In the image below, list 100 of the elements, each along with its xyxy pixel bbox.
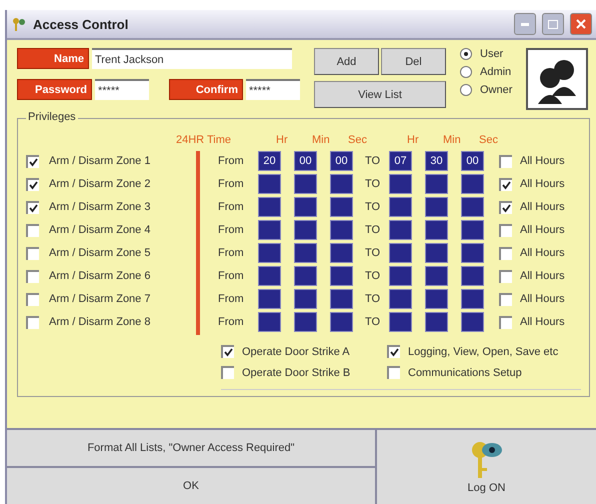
- time-field[interactable]: [461, 174, 484, 194]
- time-field[interactable]: [461, 312, 484, 332]
- radio-button[interactable]: [460, 48, 472, 60]
- checkbox[interactable]: [221, 366, 234, 379]
- time-field[interactable]: [294, 197, 317, 217]
- time-field[interactable]: [330, 289, 353, 309]
- all-hours-label: All Hours: [520, 316, 566, 328]
- time-field[interactable]: [258, 289, 281, 309]
- to-label: TO: [365, 178, 382, 190]
- time-field[interactable]: [330, 220, 353, 240]
- add-button[interactable]: Add: [314, 48, 379, 75]
- checkbox[interactable]: [26, 154, 39, 168]
- time-field[interactable]: [461, 243, 484, 263]
- time-field[interactable]: [294, 289, 317, 309]
- time-field[interactable]: 00: [294, 151, 317, 171]
- from-label: From: [218, 155, 245, 167]
- time-field[interactable]: [389, 220, 412, 240]
- time-field[interactable]: [330, 174, 353, 194]
- time-field[interactable]: [258, 174, 281, 194]
- time-field[interactable]: [258, 220, 281, 240]
- time-field[interactable]: [389, 197, 412, 217]
- checkbox[interactable]: [26, 246, 39, 260]
- zone-label: Arm / Disarm Zone 8: [49, 316, 152, 328]
- checkbox[interactable]: [387, 345, 400, 358]
- log-on-button[interactable]: Log ON: [377, 430, 596, 504]
- password-label: Password: [17, 79, 92, 100]
- from-label: From: [218, 316, 245, 328]
- checkbox[interactable]: [221, 345, 234, 358]
- time-field[interactable]: [330, 243, 353, 263]
- time-field[interactable]: 00: [330, 151, 353, 171]
- checkbox[interactable]: [387, 366, 400, 379]
- maximize-button[interactable]: [542, 13, 564, 35]
- time-field[interactable]: [258, 312, 281, 332]
- time-field[interactable]: 30: [425, 151, 448, 171]
- time-field[interactable]: [330, 266, 353, 286]
- delete-button[interactable]: Del: [381, 48, 446, 75]
- time-field[interactable]: [425, 266, 448, 286]
- option-label: Operate Door Strike A: [242, 346, 350, 358]
- confirm-label: Confirm: [169, 79, 243, 100]
- from-label: From: [218, 270, 245, 282]
- time-field[interactable]: [461, 197, 484, 217]
- password-field[interactable]: *****: [95, 79, 149, 100]
- zone-label: Arm / Disarm Zone 6: [49, 270, 152, 282]
- checkbox[interactable]: [26, 224, 39, 236]
- time-field[interactable]: [258, 243, 281, 263]
- format-lists-button[interactable]: Format All Lists, "Owner Access Required": [7, 430, 375, 466]
- checkbox[interactable]: [499, 224, 512, 236]
- checkbox[interactable]: [499, 178, 512, 190]
- radio-button[interactable]: [460, 66, 472, 78]
- time-field[interactable]: [425, 197, 448, 217]
- checkbox[interactable]: [26, 270, 39, 282]
- name-field[interactable]: Trent Jackson: [92, 48, 292, 69]
- confirm-field[interactable]: *****: [246, 79, 300, 100]
- time-field[interactable]: [461, 220, 484, 240]
- time-field[interactable]: [294, 266, 317, 286]
- from-label: From: [218, 201, 245, 213]
- time-field[interactable]: [294, 174, 317, 194]
- time-field[interactable]: [294, 312, 317, 332]
- checkbox[interactable]: [499, 246, 512, 260]
- role-label: User: [480, 48, 504, 60]
- time-field[interactable]: [461, 289, 484, 309]
- time-field[interactable]: [461, 266, 484, 286]
- radio-button[interactable]: [460, 84, 472, 96]
- time-field[interactable]: [389, 266, 412, 286]
- time-field[interactable]: 00: [461, 151, 484, 171]
- time-field[interactable]: [330, 312, 353, 332]
- time-field[interactable]: [425, 243, 448, 263]
- minimize-button[interactable]: [514, 13, 536, 35]
- checkbox[interactable]: [26, 316, 39, 328]
- zone-label: Arm / Disarm Zone 4: [49, 224, 152, 236]
- checkbox[interactable]: [499, 316, 512, 328]
- checkbox[interactable]: [26, 178, 39, 190]
- time-field[interactable]: [389, 174, 412, 194]
- time-field[interactable]: 07: [389, 151, 412, 171]
- close-button[interactable]: [570, 13, 592, 35]
- checkbox[interactable]: [26, 200, 39, 214]
- time-field[interactable]: [330, 197, 353, 217]
- time-field[interactable]: [294, 243, 317, 263]
- time-field[interactable]: [425, 289, 448, 309]
- ok-button[interactable]: OK: [7, 468, 375, 504]
- time-field[interactable]: 20: [258, 151, 281, 171]
- checkbox[interactable]: [499, 200, 512, 214]
- role-label: Owner: [480, 84, 512, 96]
- time-field[interactable]: [258, 266, 281, 286]
- to-label: TO: [365, 316, 382, 328]
- time-field[interactable]: [294, 220, 317, 240]
- checkbox[interactable]: [26, 292, 39, 306]
- time-field[interactable]: [389, 289, 412, 309]
- time-field[interactable]: [258, 197, 281, 217]
- checkbox[interactable]: [499, 270, 512, 282]
- time-field[interactable]: [425, 220, 448, 240]
- time-field[interactable]: [425, 312, 448, 332]
- to-label: TO: [365, 224, 382, 236]
- time-field[interactable]: [389, 312, 412, 332]
- from-label: From: [218, 224, 245, 236]
- checkbox[interactable]: [499, 154, 512, 168]
- view-list-button[interactable]: View List: [314, 81, 446, 108]
- checkbox[interactable]: [499, 292, 512, 306]
- time-field[interactable]: [425, 174, 448, 194]
- time-field[interactable]: [389, 243, 412, 263]
